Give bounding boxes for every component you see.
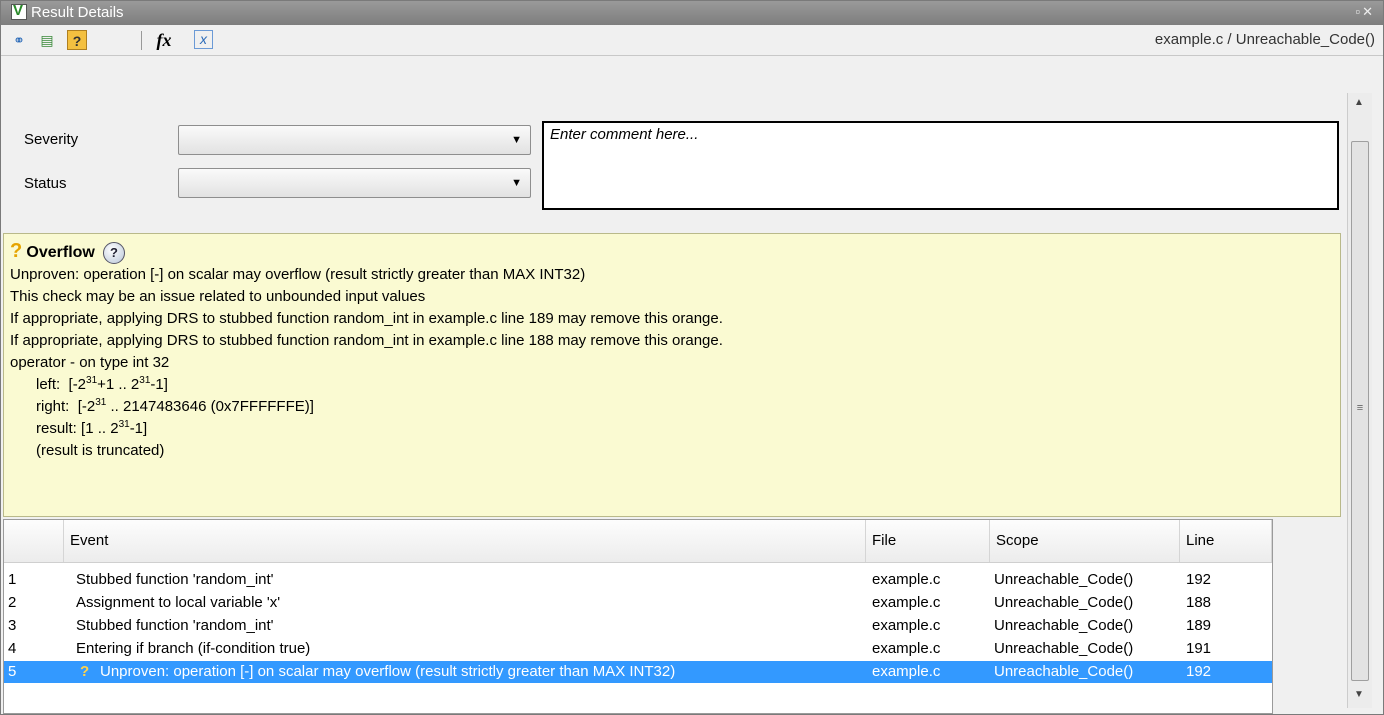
detail-line: If appropriate, applying DRS to stubbed …: [10, 310, 723, 327]
window-controls[interactable]: ▫✕: [1355, 4, 1375, 20]
scope-cell: Unreachable_Code(): [994, 640, 1134, 657]
left-label: left:: [36, 376, 61, 393]
toolbar: ⚭ ▤ ? fx x example.c / Unreachable_Code(…: [1, 25, 1383, 56]
line-cell: 191: [1186, 640, 1212, 657]
table-row[interactable]: 2 Assignment to local variable 'x' examp…: [4, 592, 1272, 614]
chevron-down-icon: ▼: [511, 177, 522, 189]
event-cell: Entering if branch (if-condition true): [76, 640, 311, 657]
left-range: left: [-231+1 .. 231-1]: [36, 375, 168, 394]
status-label: Status: [24, 175, 67, 192]
scope-cell: Unreachable_Code(): [994, 617, 1134, 634]
scope-cell: Unreachable_Code(): [994, 571, 1134, 588]
file-cell: example.c: [872, 571, 941, 588]
detail-line: Unproven: operation [-] on scalar may ov…: [10, 266, 586, 283]
column-header-file[interactable]: File: [866, 520, 990, 562]
variable-access-icon[interactable]: ▤: [37, 30, 57, 50]
right-label: right:: [36, 398, 70, 415]
file-cell: example.c: [872, 594, 941, 611]
detail-line: If appropriate, applying DRS to stubbed …: [10, 332, 723, 349]
help-icon[interactable]: ?: [67, 30, 87, 50]
column-header-line[interactable]: Line: [1180, 520, 1272, 562]
file-cell: example.c: [872, 640, 941, 657]
line-cell: 192: [1186, 571, 1212, 588]
title-bar[interactable]: V Result Details ▫✕: [1, 1, 1383, 25]
event-table: Event File Scope Line 1 Stubbed function…: [3, 519, 1273, 714]
table-row[interactable]: 1 Stubbed function 'random_int' example.…: [4, 569, 1272, 591]
column-header-event[interactable]: Event: [64, 520, 866, 562]
table-row[interactable]: 4 Entering if branch (if-condition true)…: [4, 638, 1272, 660]
grip-icon: ≡: [1356, 402, 1364, 414]
line-cell: 192: [1186, 663, 1212, 680]
breadcrumb: example.c / Unreachable_Code(): [1154, 31, 1375, 48]
orange-check-icon: ?: [10, 240, 23, 262]
event-cell: Stubbed function 'random_int': [76, 571, 274, 588]
comment-field[interactable]: Enter comment here...: [542, 121, 1339, 210]
table-row[interactable]: 3 Stubbed function 'random_int' example.…: [4, 615, 1272, 637]
scope-cell: Unreachable_Code(): [994, 594, 1134, 611]
file-cell: example.c: [872, 617, 941, 634]
toolbar-separator: [141, 31, 142, 50]
severity-label: Severity: [24, 131, 79, 148]
status-dropdown[interactable]: ▼: [178, 168, 531, 198]
column-header-scope[interactable]: Scope: [990, 520, 1180, 562]
chevron-down-icon: ▼: [511, 134, 522, 146]
table-header: Event File Scope Line: [4, 520, 1272, 563]
vertical-scrollbar[interactable]: ▲ ≡ ▼: [1347, 93, 1372, 708]
line-cell: 189: [1186, 617, 1212, 634]
line-cell: 188: [1186, 594, 1212, 611]
fx-icon[interactable]: fx: [151, 30, 177, 50]
detail-line: operator - on type int 32: [10, 354, 170, 371]
variable-icon[interactable]: x: [194, 30, 213, 49]
row-number: 1: [8, 571, 17, 588]
result-label: result:: [36, 420, 77, 437]
table-row-selected[interactable]: 5 ? Unproven: operation [-] on scalar ma…: [4, 661, 1272, 683]
scroll-up-icon[interactable]: ▲: [1354, 97, 1364, 108]
detail-line: This check may be an issue related to un…: [10, 288, 426, 305]
window-title: Result Details: [31, 4, 124, 21]
row-number: 3: [8, 617, 17, 634]
orange-check-icon: ?: [80, 663, 90, 680]
result-range: result: [1 .. 231-1]: [36, 419, 148, 438]
scrollbar-thumb[interactable]: ≡: [1351, 141, 1369, 681]
truncated-note: (result is truncated): [36, 442, 165, 459]
call-graph-icon[interactable]: ⚭: [9, 30, 29, 50]
event-cell: Stubbed function 'random_int': [76, 617, 274, 634]
scope-cell: Unreachable_Code(): [994, 663, 1134, 680]
row-number: 2: [8, 594, 17, 611]
right-range-tail: .. 2147483646 (0x7FFFFFFE)]: [106, 398, 314, 415]
right-range: right: [-231 .. 2147483646 (0x7FFFFFFE)]: [36, 397, 314, 416]
severity-dropdown[interactable]: ▼: [178, 125, 531, 155]
file-cell: example.c: [872, 663, 941, 680]
check-details-panel: ? Overflow ? Unproven: operation [-] on …: [3, 233, 1341, 517]
row-number: 4: [8, 640, 17, 657]
help-icon[interactable]: ?: [103, 242, 126, 264]
row-number: 5: [8, 663, 17, 680]
result-details-window: V Result Details ▫✕ ⚭ ▤ ? fx x example.c…: [0, 0, 1384, 715]
column-header-index[interactable]: [4, 520, 64, 562]
event-cell: Assignment to local variable 'x': [76, 594, 281, 611]
event-cell: Unproven: operation [-] on scalar may ov…: [100, 663, 676, 680]
app-logo-icon: V: [11, 2, 27, 20]
scroll-down-icon[interactable]: ▼: [1354, 689, 1364, 700]
check-name: Overflow: [26, 244, 95, 261]
